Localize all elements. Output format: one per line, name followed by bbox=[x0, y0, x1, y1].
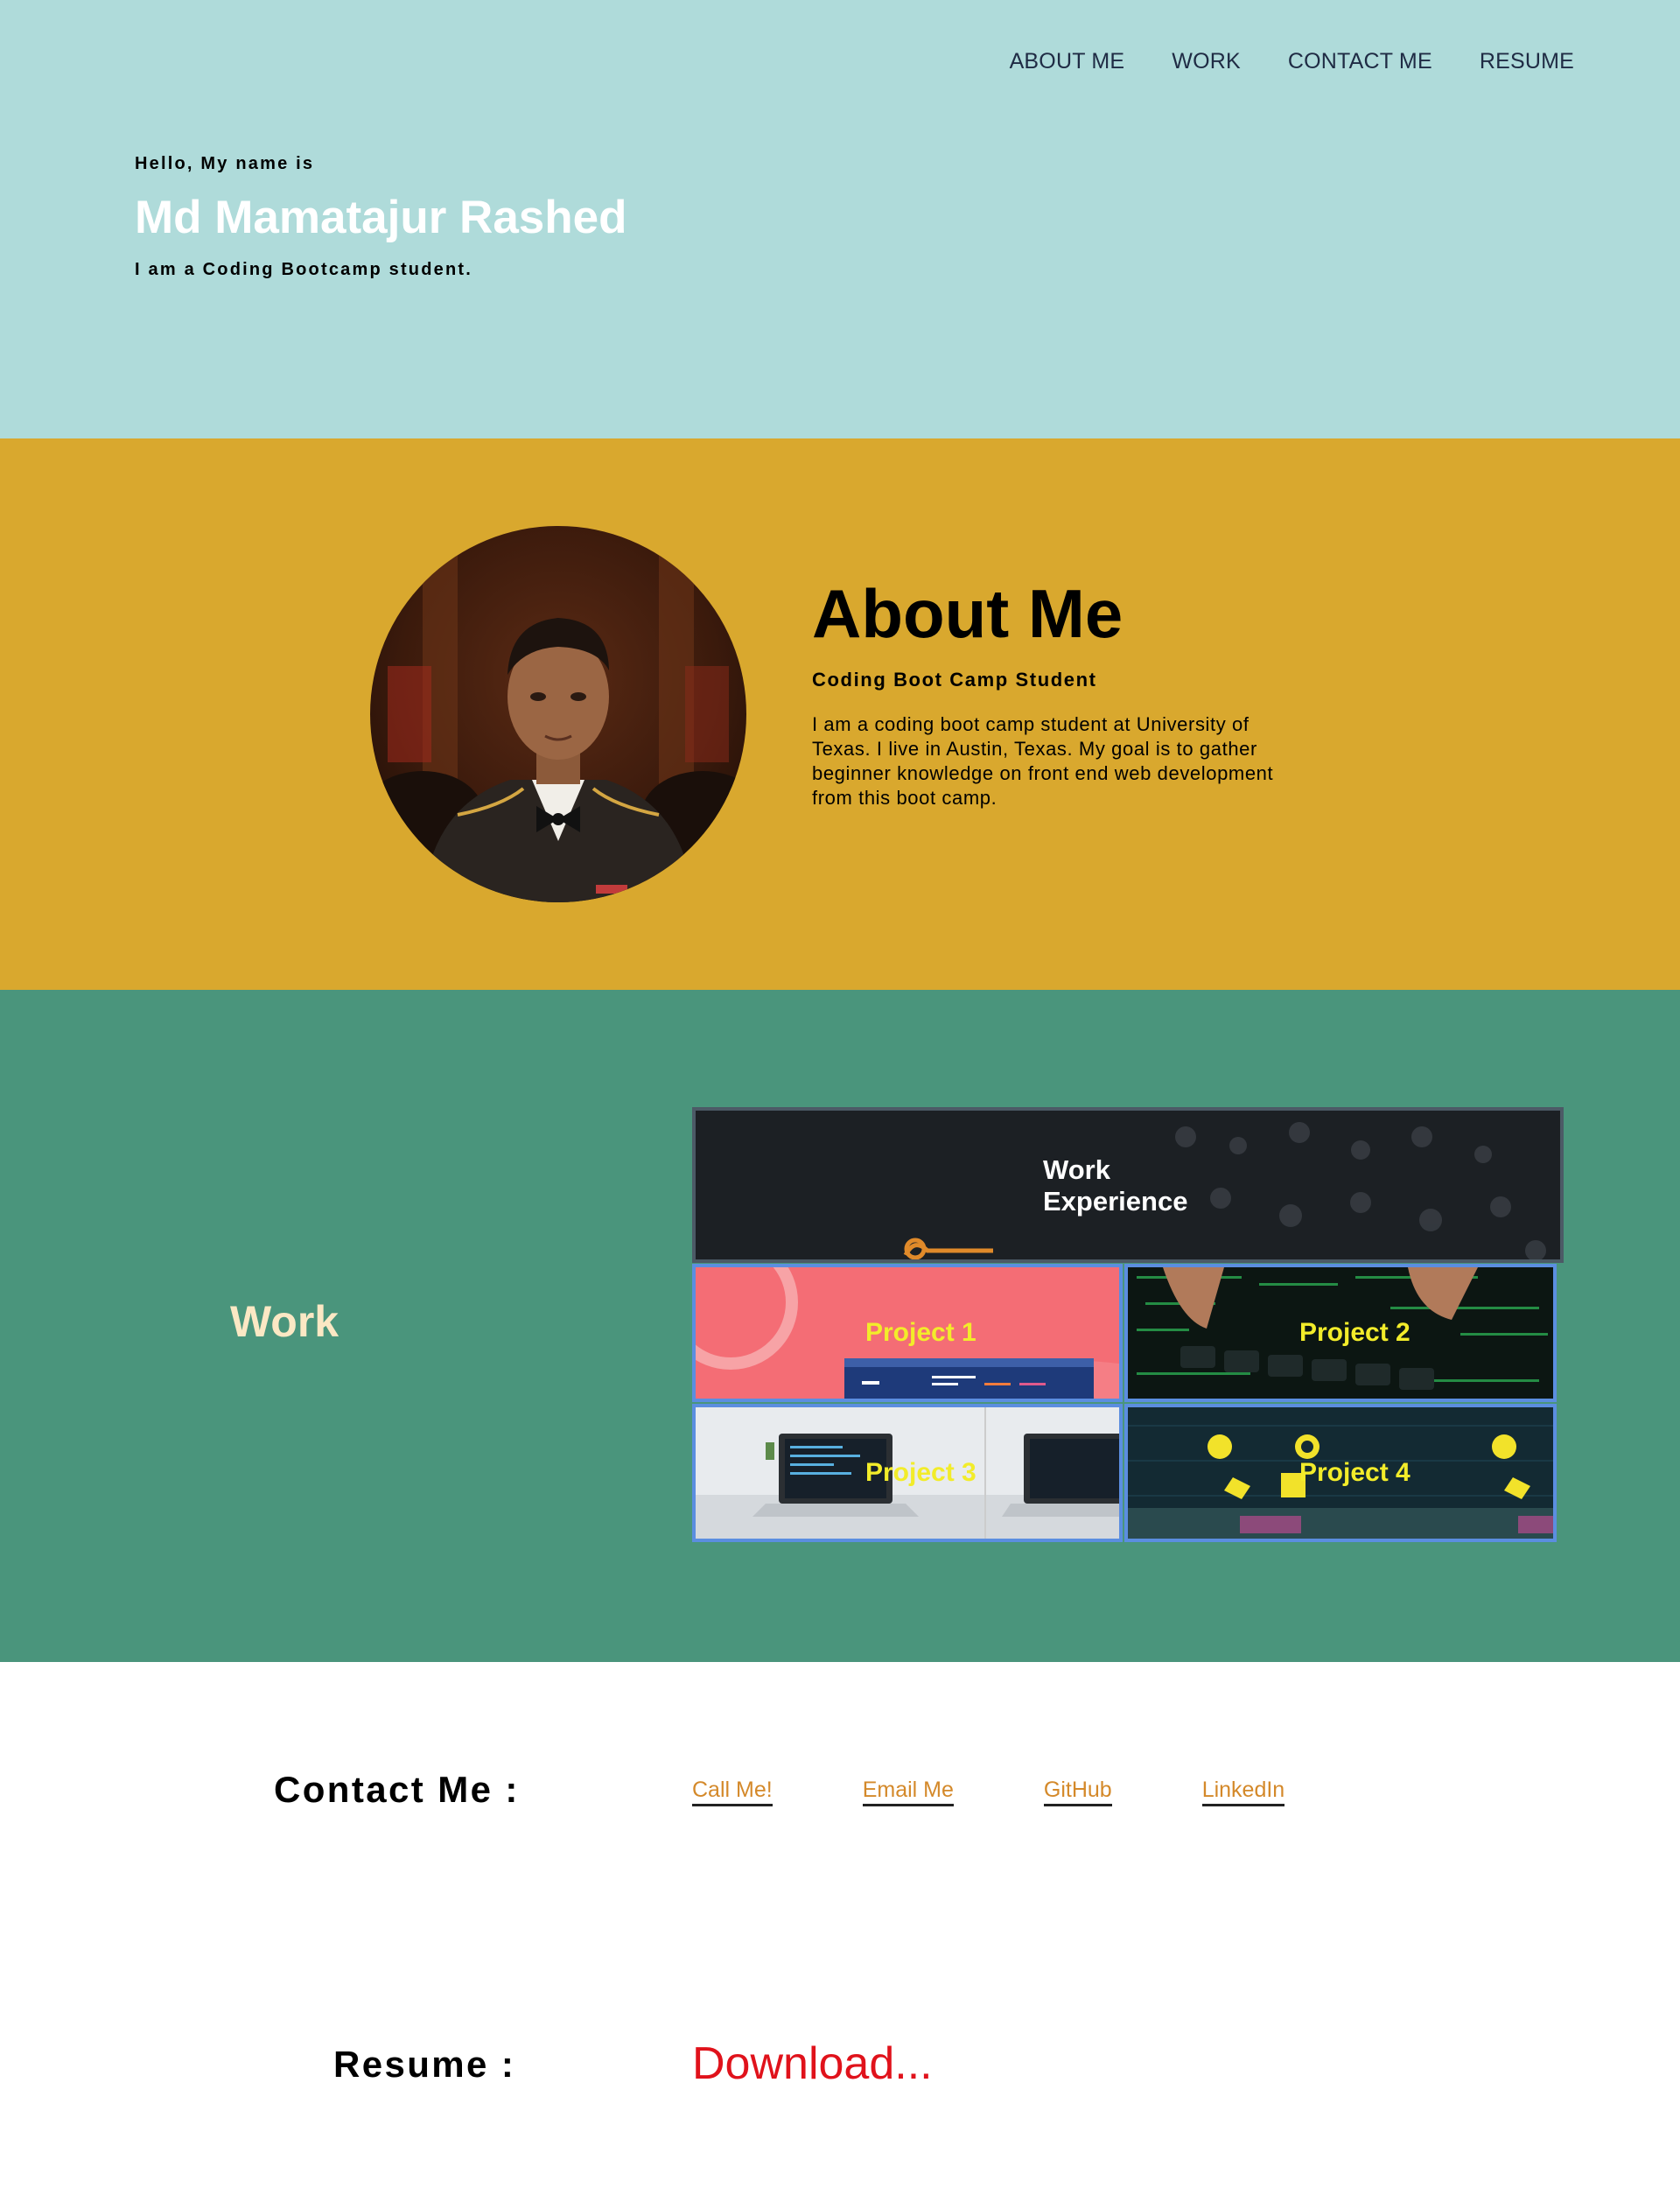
about-subtitle: Coding Boot Camp Student bbox=[812, 669, 1097, 691]
work-experience-label: Work Experience bbox=[1043, 1154, 1188, 1217]
project-1-tile[interactable]: Project 1 bbox=[692, 1264, 1123, 1402]
project-3-label: Project 3 bbox=[865, 1458, 976, 1487]
project-3-tile[interactable]: Project 3 bbox=[692, 1404, 1123, 1542]
nav-about-me[interactable]: ABOUT ME bbox=[1010, 49, 1125, 74]
work-experience-tile[interactable]: Work Experience bbox=[692, 1107, 1564, 1263]
hero-greeting: Hello, My name is bbox=[135, 154, 315, 173]
hero-name: Md Mamatajur Rashed bbox=[135, 192, 627, 243]
email-me-link[interactable]: Email Me bbox=[862, 1778, 954, 1806]
linkedin-link[interactable]: LinkedIn bbox=[1201, 1778, 1285, 1806]
about-description: I am a coding boot camp student at Unive… bbox=[812, 713, 1274, 809]
project-2-label: Project 2 bbox=[1299, 1318, 1410, 1347]
contact-links: Call Me! Email Me GitHub LinkedIn bbox=[692, 1778, 1285, 1806]
profile-photo bbox=[370, 526, 746, 902]
project-4-tile[interactable]: Project 4 bbox=[1124, 1404, 1557, 1542]
resume-download-link[interactable]: Download... bbox=[692, 2037, 933, 2090]
call-me-link[interactable]: Call Me! bbox=[692, 1778, 773, 1806]
hero-tagline: I am a Coding Bootcamp student. bbox=[135, 260, 472, 279]
project-2-tile[interactable]: Project 2 bbox=[1124, 1264, 1557, 1402]
resume-title: Resume : bbox=[333, 2044, 516, 2085]
github-link[interactable]: GitHub bbox=[1043, 1778, 1112, 1806]
project-4-label: Project 4 bbox=[1299, 1458, 1410, 1487]
nav-work[interactable]: WORK bbox=[1172, 49, 1241, 74]
main-nav: ABOUT ME WORK CONTACT ME RESUME bbox=[1010, 49, 1574, 74]
work-title: Work bbox=[230, 1297, 340, 1346]
about-title: About Me bbox=[812, 575, 1124, 652]
contact-title: Contact Me : bbox=[274, 1769, 520, 1810]
hero-section: ABOUT ME WORK CONTACT ME RESUME Hello, M… bbox=[0, 0, 1680, 438]
work-section: Work Work Experience Project 1 Project 2… bbox=[0, 990, 1680, 1662]
about-section: About Me Coding Boot Camp Student I am a… bbox=[0, 438, 1680, 990]
project-1-label: Project 1 bbox=[865, 1318, 976, 1347]
nav-contact-me[interactable]: CONTACT ME bbox=[1288, 49, 1432, 74]
nav-resume[interactable]: RESUME bbox=[1480, 49, 1574, 74]
